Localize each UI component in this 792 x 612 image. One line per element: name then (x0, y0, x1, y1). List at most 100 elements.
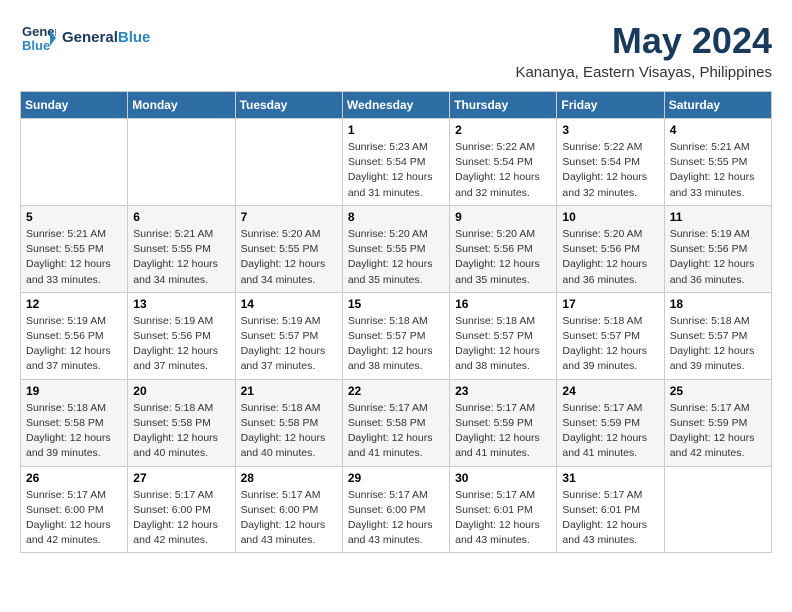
calendar-cell: 13 Sunrise: 5:19 AMSunset: 5:56 PMDayligh… (128, 292, 235, 379)
calendar-cell: 14 Sunrise: 5:19 AMSunset: 5:57 PMDayligh… (235, 292, 342, 379)
day-info: Sunrise: 5:17 AMSunset: 6:00 PMDaylight:… (241, 488, 337, 549)
day-info: Sunrise: 5:20 AMSunset: 5:55 PMDaylight:… (348, 227, 444, 288)
day-info: Sunrise: 5:18 AMSunset: 5:57 PMDaylight:… (455, 314, 551, 375)
day-number: 28 (241, 471, 337, 485)
day-number: 25 (670, 384, 766, 398)
day-number: 7 (241, 210, 337, 224)
calendar-cell: 23 Sunrise: 5:17 AMSunset: 5:59 PMDayligh… (450, 379, 557, 466)
calendar-cell: 31Sunrise: 5:17 AMSunset: 6:01 PMDayligh… (557, 466, 664, 553)
calendar-cell: 21Sunrise: 5:18 AMSunset: 5:58 PMDayligh… (235, 379, 342, 466)
day-number: 1 (348, 123, 444, 137)
day-number: 14 (241, 297, 337, 311)
weekday-header-friday: Friday (557, 92, 664, 119)
day-info: Sunrise: 5:21 AMSunset: 5:55 PMDaylight:… (133, 227, 229, 288)
day-number: 29 (348, 471, 444, 485)
day-info: Sunrise: 5:21 AMSunset: 5:55 PMDaylight:… (670, 140, 766, 201)
calendar: SundayMondayTuesdayWednesdayThursdayFrid… (20, 91, 772, 553)
day-info: Sunrise: 5:23 AMSunset: 5:54 PMDaylight:… (348, 140, 444, 201)
calendar-cell: 25 Sunrise: 5:17 AMSunset: 5:59 PMDayligh… (664, 379, 771, 466)
day-number: 4 (670, 123, 766, 137)
weekday-header-row: SundayMondayTuesdayWednesdayThursdayFrid… (21, 92, 772, 119)
calendar-cell: 22 Sunrise: 5:17 AMSunset: 5:58 PMDayligh… (342, 379, 449, 466)
day-info: Sunrise: 5:18 AMSunset: 5:57 PMDaylight:… (348, 314, 444, 375)
day-number: 24 (562, 384, 658, 398)
day-info: Sunrise: 5:19 AMSunset: 5:56 PMDaylight:… (133, 314, 229, 375)
day-info: Sunrise: 5:17 AMSunset: 6:00 PMDaylight:… (348, 488, 444, 549)
day-number: 11 (670, 210, 766, 224)
day-number: 27 (133, 471, 229, 485)
calendar-cell: 7 Sunrise: 5:20 AMSunset: 5:55 PMDaylight… (235, 205, 342, 292)
day-number: 18 (670, 297, 766, 311)
weekday-header-monday: Monday (128, 92, 235, 119)
day-number: 5 (26, 210, 122, 224)
calendar-cell: 10 Sunrise: 5:20 AMSunset: 5:56 PMDayligh… (557, 205, 664, 292)
logo: General Blue GeneralBlue (20, 20, 150, 56)
calendar-cell: 17Sunrise: 5:18 AMSunset: 5:57 PMDayligh… (557, 292, 664, 379)
day-number: 2 (455, 123, 551, 137)
day-number: 6 (133, 210, 229, 224)
calendar-week-1: 1 Sunrise: 5:23 AMSunset: 5:54 PMDaylight… (21, 119, 772, 206)
weekday-header-sunday: Sunday (21, 92, 128, 119)
day-number: 10 (562, 210, 658, 224)
calendar-cell: 4 Sunrise: 5:21 AMSunset: 5:55 PMDaylight… (664, 119, 771, 206)
calendar-cell: 6 Sunrise: 5:21 AMSunset: 5:55 PMDaylight… (128, 205, 235, 292)
day-number: 26 (26, 471, 122, 485)
day-info: Sunrise: 5:17 AMSunset: 5:59 PMDaylight:… (670, 401, 766, 462)
month-title: May 2024 (515, 20, 772, 62)
calendar-cell: 2 Sunrise: 5:22 AMSunset: 5:54 PMDaylight… (450, 119, 557, 206)
day-info: Sunrise: 5:19 AMSunset: 5:56 PMDaylight:… (26, 314, 122, 375)
calendar-cell: 11 Sunrise: 5:19 AMSunset: 5:56 PMDayligh… (664, 205, 771, 292)
calendar-week-3: 12 Sunrise: 5:19 AMSunset: 5:56 PMDayligh… (21, 292, 772, 379)
calendar-week-5: 26 Sunrise: 5:17 AMSunset: 6:00 PMDayligh… (21, 466, 772, 553)
day-number: 13 (133, 297, 229, 311)
weekday-header-wednesday: Wednesday (342, 92, 449, 119)
calendar-week-2: 5 Sunrise: 5:21 AMSunset: 5:55 PMDaylight… (21, 205, 772, 292)
day-info: Sunrise: 5:19 AMSunset: 5:56 PMDaylight:… (670, 227, 766, 288)
day-info: Sunrise: 5:17 AMSunset: 6:00 PMDaylight:… (133, 488, 229, 549)
title-area: May 2024 Kananya, Eastern Visayas, Phili… (515, 20, 772, 81)
calendar-cell: 12 Sunrise: 5:19 AMSunset: 5:56 PMDayligh… (21, 292, 128, 379)
day-info: Sunrise: 5:18 AMSunset: 5:58 PMDaylight:… (133, 401, 229, 462)
calendar-cell (128, 119, 235, 206)
day-info: Sunrise: 5:21 AMSunset: 5:55 PMDaylight:… (26, 227, 122, 288)
day-info: Sunrise: 5:17 AMSunset: 6:01 PMDaylight:… (562, 488, 658, 549)
day-number: 16 (455, 297, 551, 311)
day-info: Sunrise: 5:18 AMSunset: 5:58 PMDaylight:… (26, 401, 122, 462)
calendar-cell: 8Sunrise: 5:20 AMSunset: 5:55 PMDaylight… (342, 205, 449, 292)
day-info: Sunrise: 5:17 AMSunset: 6:01 PMDaylight:… (455, 488, 551, 549)
day-number: 30 (455, 471, 551, 485)
page-header: General Blue GeneralBlue May 2024 Kanany… (20, 20, 772, 81)
day-number: 15 (348, 297, 444, 311)
day-info: Sunrise: 5:17 AMSunset: 5:58 PMDaylight:… (348, 401, 444, 462)
day-info: Sunrise: 5:19 AMSunset: 5:57 PMDaylight:… (241, 314, 337, 375)
location: Kananya, Eastern Visayas, Philippines (515, 64, 772, 81)
day-info: Sunrise: 5:18 AMSunset: 5:57 PMDaylight:… (670, 314, 766, 375)
calendar-cell (21, 119, 128, 206)
calendar-cell: 18 Sunrise: 5:18 AMSunset: 5:57 PMDayligh… (664, 292, 771, 379)
calendar-cell: 24Sunrise: 5:17 AMSunset: 5:59 PMDayligh… (557, 379, 664, 466)
day-info: Sunrise: 5:17 AMSunset: 6:00 PMDaylight:… (26, 488, 122, 549)
day-info: Sunrise: 5:20 AMSunset: 5:56 PMDaylight:… (455, 227, 551, 288)
day-info: Sunrise: 5:20 AMSunset: 5:56 PMDaylight:… (562, 227, 658, 288)
day-info: Sunrise: 5:17 AMSunset: 5:59 PMDaylight:… (455, 401, 551, 462)
calendar-cell: 28 Sunrise: 5:17 AMSunset: 6:00 PMDayligh… (235, 466, 342, 553)
calendar-cell: 27 Sunrise: 5:17 AMSunset: 6:00 PMDayligh… (128, 466, 235, 553)
day-number: 22 (348, 384, 444, 398)
logo-text: GeneralBlue (62, 29, 150, 47)
calendar-cell (664, 466, 771, 553)
day-number: 23 (455, 384, 551, 398)
day-number: 17 (562, 297, 658, 311)
calendar-cell: 9Sunrise: 5:20 AMSunset: 5:56 PMDaylight… (450, 205, 557, 292)
day-info: Sunrise: 5:20 AMSunset: 5:55 PMDaylight:… (241, 227, 337, 288)
calendar-cell: 30 Sunrise: 5:17 AMSunset: 6:01 PMDayligh… (450, 466, 557, 553)
calendar-cell: 15 Sunrise: 5:18 AMSunset: 5:57 PMDayligh… (342, 292, 449, 379)
day-info: Sunrise: 5:22 AMSunset: 5:54 PMDaylight:… (455, 140, 551, 201)
day-number: 12 (26, 297, 122, 311)
weekday-header-saturday: Saturday (664, 92, 771, 119)
calendar-cell: 19Sunrise: 5:18 AMSunset: 5:58 PMDayligh… (21, 379, 128, 466)
calendar-cell: 20Sunrise: 5:18 AMSunset: 5:58 PMDayligh… (128, 379, 235, 466)
calendar-cell: 5 Sunrise: 5:21 AMSunset: 5:55 PMDaylight… (21, 205, 128, 292)
weekday-header-tuesday: Tuesday (235, 92, 342, 119)
day-info: Sunrise: 5:18 AMSunset: 5:58 PMDaylight:… (241, 401, 337, 462)
weekday-header-thursday: Thursday (450, 92, 557, 119)
